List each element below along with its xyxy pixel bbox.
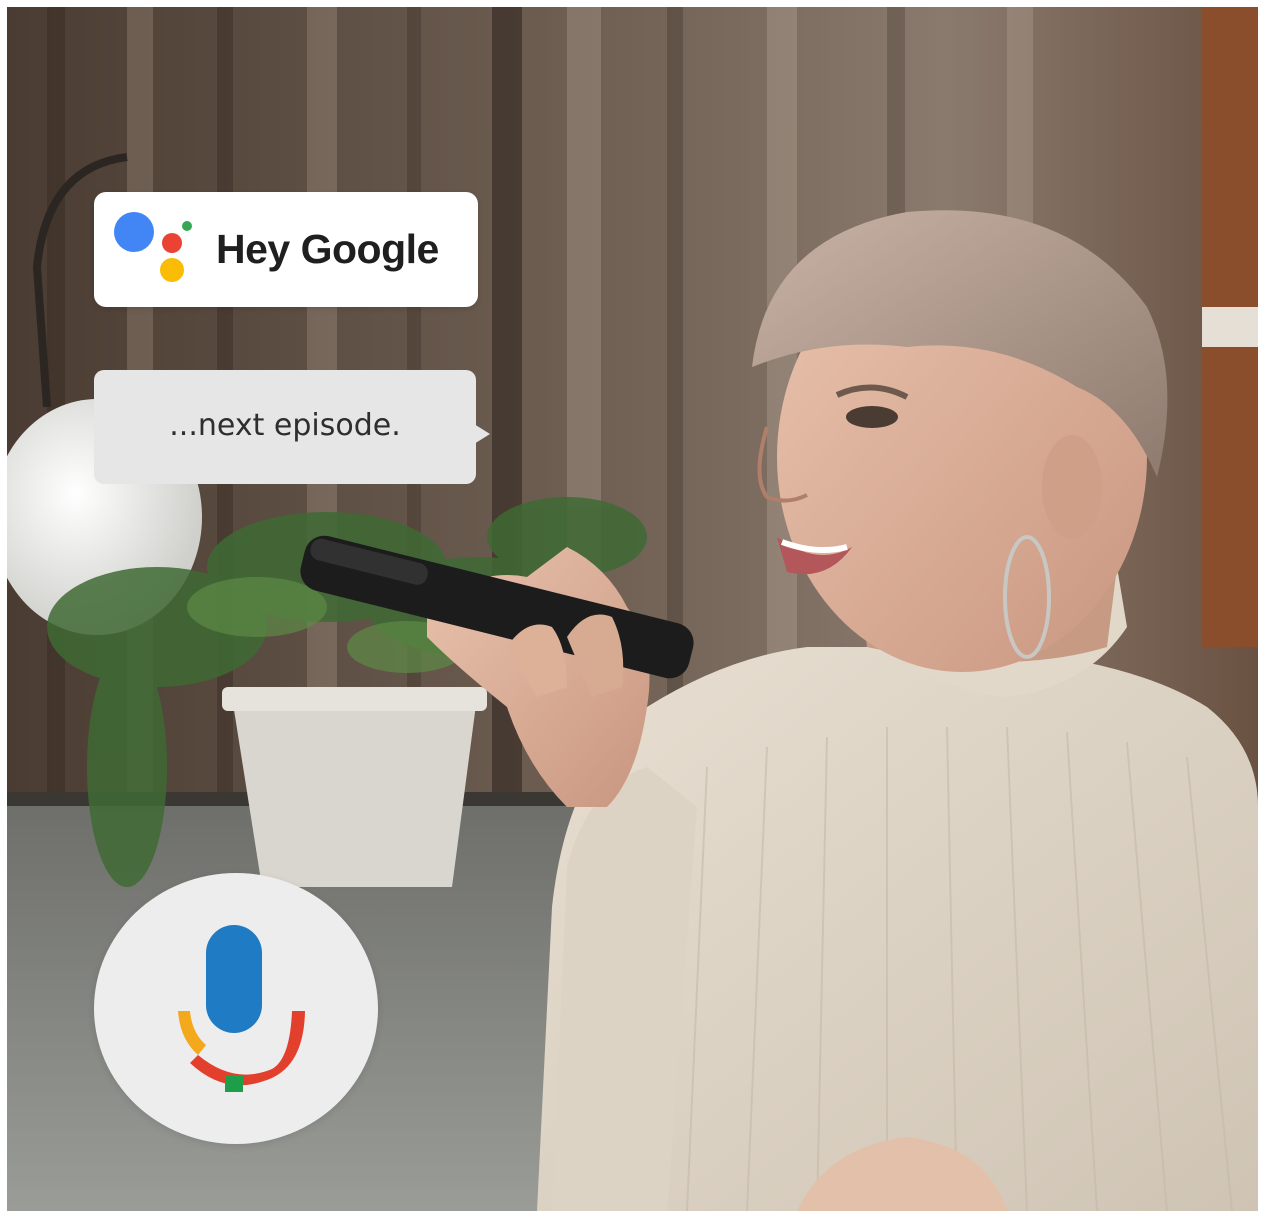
speech-bubble: ...next episode. <box>94 370 490 484</box>
microphone-button[interactable] <box>94 873 378 1144</box>
wake-phrase-text: Hey Google <box>216 226 439 272</box>
speech-bubble-text: ...next episode. <box>169 408 401 443</box>
speech-bubble-tail <box>474 424 490 444</box>
google-assistant-dots-icon <box>114 212 192 282</box>
assistant-wake-card: Hey Google <box>94 192 478 307</box>
microphone-icon <box>178 925 305 1092</box>
